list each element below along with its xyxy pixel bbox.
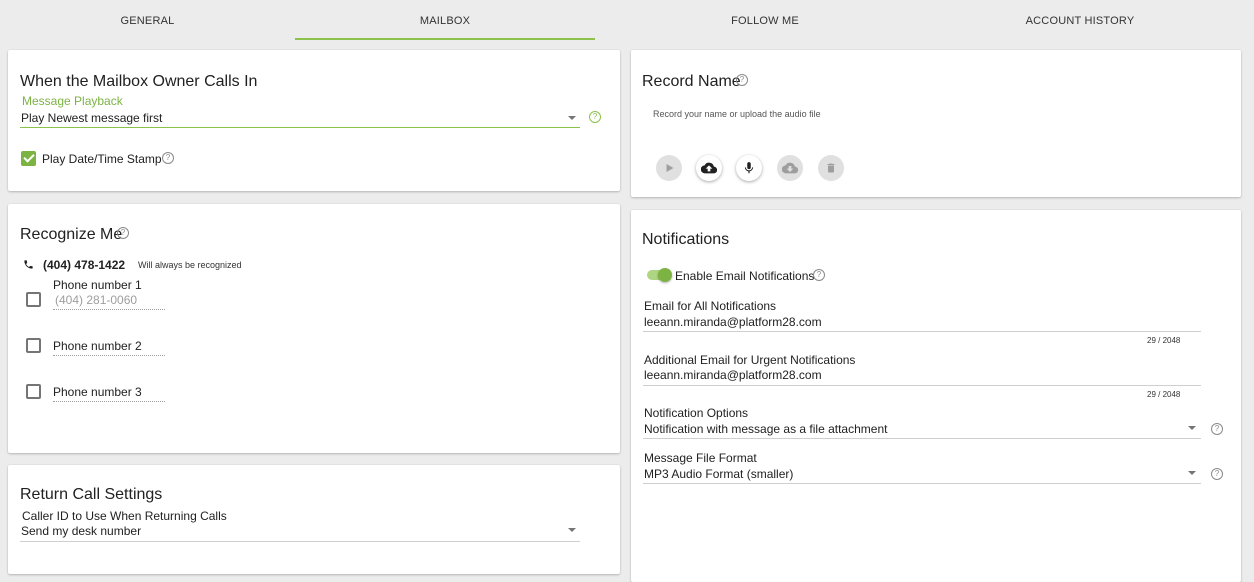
playback-underline (20, 127, 580, 128)
cloud-download-icon (782, 162, 798, 174)
phone-2-underline (53, 355, 165, 356)
phone-3-checkbox[interactable] (26, 384, 41, 399)
file-format-underline (643, 483, 1201, 484)
tab-follow-me[interactable]: FOLLOW ME (600, 0, 930, 42)
tab-general[interactable]: GENERAL (0, 0, 295, 42)
record-button[interactable] (736, 155, 762, 181)
caller-id-select[interactable]: Send my desk number (21, 524, 141, 538)
play-button[interactable] (656, 155, 682, 181)
file-format-select[interactable]: MP3 Audio Format (smaller) (644, 467, 793, 481)
tab-account-history[interactable]: ACCOUNT HISTORY (925, 0, 1235, 42)
file-format-label: Message File Format (644, 451, 757, 465)
message-playback-select[interactable]: Play Newest message first (21, 111, 162, 125)
return-call-title: Return Call Settings (20, 486, 163, 503)
email-urgent-label: Additional Email for Urgent Notification… (644, 353, 856, 367)
phone-1-input[interactable]: (404) 281-0060 (55, 293, 137, 307)
notification-options-underline (643, 438, 1201, 439)
delete-button[interactable] (818, 155, 844, 181)
help-icon[interactable]: ? (1211, 423, 1223, 435)
email-all-underline (643, 331, 1201, 332)
record-name-card: Record Name ? Record your name or upload… (631, 50, 1241, 197)
phone-1-underline (53, 309, 165, 310)
owner-calls-card: When the Mailbox Owner Calls In Message … (8, 50, 620, 191)
phone-2-checkbox[interactable] (26, 338, 41, 353)
tab-mailbox[interactable]: MAILBOX (295, 0, 595, 42)
chevron-down-icon[interactable] (1188, 471, 1196, 475)
phone-3-underline (53, 401, 165, 402)
cloud-upload-icon (701, 162, 717, 174)
notification-options-label: Notification Options (644, 406, 749, 420)
download-button[interactable] (777, 155, 803, 181)
email-urgent-underline (643, 385, 1201, 386)
record-name-hint: Record your name or upload the audio fil… (653, 109, 821, 119)
notifications-card: Notifications Enable Email Notifications… (631, 210, 1241, 582)
caller-id-label: Caller ID to Use When Returning Calls (22, 509, 227, 523)
help-icon[interactable]: ? (589, 111, 601, 123)
phone-1-checkbox[interactable] (26, 292, 41, 307)
help-icon[interactable]: ? (117, 227, 129, 239)
play-icon (666, 164, 674, 172)
phone-2-input[interactable]: Phone number 2 (53, 339, 142, 353)
record-name-title: Record Name (642, 73, 741, 90)
message-playback-label: Message Playback (22, 94, 123, 108)
toggle-thumb (658, 268, 672, 282)
recognize-me-title: Recognize Me (20, 226, 123, 243)
tab-bar: GENERAL MAILBOX FOLLOW ME ACCOUNT HISTOR… (0, 0, 1254, 44)
caller-id-underline (20, 541, 580, 542)
help-icon[interactable]: ? (162, 152, 174, 164)
owner-calls-title: When the Mailbox Owner Calls In (20, 73, 258, 90)
timestamp-checkbox[interactable] (21, 151, 36, 166)
return-call-card: Return Call Settings Caller ID to Use Wh… (8, 465, 620, 574)
email-all-counter: 29 / 2048 (1147, 336, 1181, 345)
email-urgent-counter: 29 / 2048 (1147, 390, 1181, 399)
phone-3-input[interactable]: Phone number 3 (53, 385, 142, 399)
primary-phone-number: (404) 478-1422 (43, 258, 126, 272)
phone-icon (24, 260, 33, 269)
email-all-label: Email for All Notifications (644, 299, 777, 313)
notification-options-select[interactable]: Notification with message as a file atta… (644, 422, 887, 436)
help-icon[interactable]: ? (1211, 468, 1223, 480)
active-tab-indicator (295, 38, 595, 40)
chevron-down-icon[interactable] (1188, 426, 1196, 430)
help-icon[interactable]: ? (736, 74, 748, 86)
phone-1-label: Phone number 1 (53, 278, 142, 292)
email-all-input[interactable]: leeann.miranda@platform28.com (644, 315, 822, 329)
chevron-down-icon[interactable] (568, 528, 576, 532)
trash-icon (827, 163, 835, 173)
upload-button[interactable] (696, 155, 722, 181)
microphone-icon (744, 162, 754, 174)
recognize-me-card: Recognize Me ? (404) 478-1422 Will alway… (8, 204, 620, 453)
email-urgent-input[interactable]: leeann.miranda@platform28.com (644, 368, 822, 382)
help-icon[interactable]: ? (813, 269, 825, 281)
enable-email-label: Enable Email Notifications (675, 269, 815, 283)
chevron-down-icon[interactable] (568, 116, 576, 120)
primary-phone-note: Will always be recognized (138, 260, 242, 270)
notifications-title: Notifications (642, 231, 730, 248)
timestamp-label: Play Date/Time Stamp (42, 152, 162, 166)
